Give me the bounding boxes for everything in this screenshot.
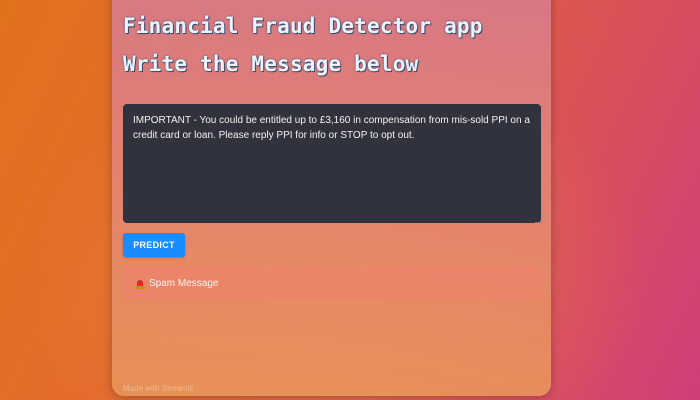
- page-title: Financial Fraud Detector app: [123, 14, 483, 38]
- footer-text[interactable]: Made with Streamlit: [123, 384, 193, 393]
- result-text: Spam Message: [149, 278, 219, 289]
- siren-icon: [135, 279, 145, 289]
- predict-button[interactable]: PREDICT: [123, 233, 185, 257]
- result-alert: Spam Message: [123, 267, 541, 300]
- page-subtitle: Write the Message below: [123, 52, 419, 76]
- message-input[interactable]: IMPORTANT - You could be entitled up to …: [123, 104, 541, 223]
